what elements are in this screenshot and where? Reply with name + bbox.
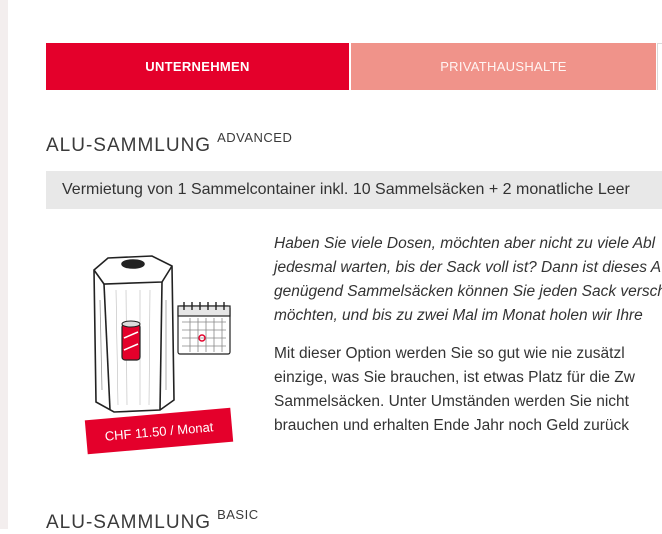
can-icon	[121, 320, 141, 361]
intro-line: jedesmal warten, bis der Sack voll ist? …	[274, 259, 662, 276]
tier-label: ADVANCED	[217, 130, 293, 145]
section-title-text: ALU-SAMMLUNG	[46, 135, 212, 156]
tab-more[interactable]	[657, 43, 662, 90]
tab-unternehmen[interactable]: UNTERNEHMEN	[46, 43, 349, 90]
segment-tabs: UNTERNEHMEN PRIVATHAUSHALTE	[46, 43, 662, 90]
calendar-icon	[177, 302, 231, 355]
body-line: einzige, was Sie brauchen, ist etwas Pla…	[274, 369, 635, 386]
body-line: brauchen und erhalten Ende Jahr noch Gel…	[274, 417, 630, 434]
price-text: CHF 11.50 / Monat	[104, 418, 214, 444]
tier-label: BASIC	[217, 507, 259, 522]
body-line: Mit dieser Option werden Sie so gut wie …	[274, 345, 625, 362]
intro-line: genügend Sammelsäcken können Sie jeden S…	[274, 283, 662, 300]
offer-intro-text: Haben Sie viele Dosen, möchten aber nich…	[274, 232, 662, 328]
offer-summary-text: Vermietung von 1 Sammelcontainer inkl. 1…	[62, 181, 630, 198]
intro-line: möchten, und bis zu zwei Mal im Monat ho…	[274, 307, 643, 324]
body-line: Sammelsäcken. Unter Umständen werden Sie…	[274, 393, 629, 410]
page-edge	[0, 0, 8, 529]
offer-summary-bar: Vermietung von 1 Sammelcontainer inkl. 1…	[46, 171, 662, 209]
offer-body-text: Mit dieser Option werden Sie so gut wie …	[274, 342, 662, 438]
tab-privathaushalte[interactable]: PRIVATHAUSHALTE	[351, 43, 656, 90]
intro-line: Haben Sie viele Dosen, möchten aber nich…	[274, 235, 656, 252]
section-title-basic: ALU-SAMMLUNG BASIC	[46, 507, 259, 534]
section-title-text: ALU-SAMMLUNG	[46, 512, 212, 533]
section-title-advanced: ALU-SAMMLUNG ADVANCED	[46, 130, 292, 157]
